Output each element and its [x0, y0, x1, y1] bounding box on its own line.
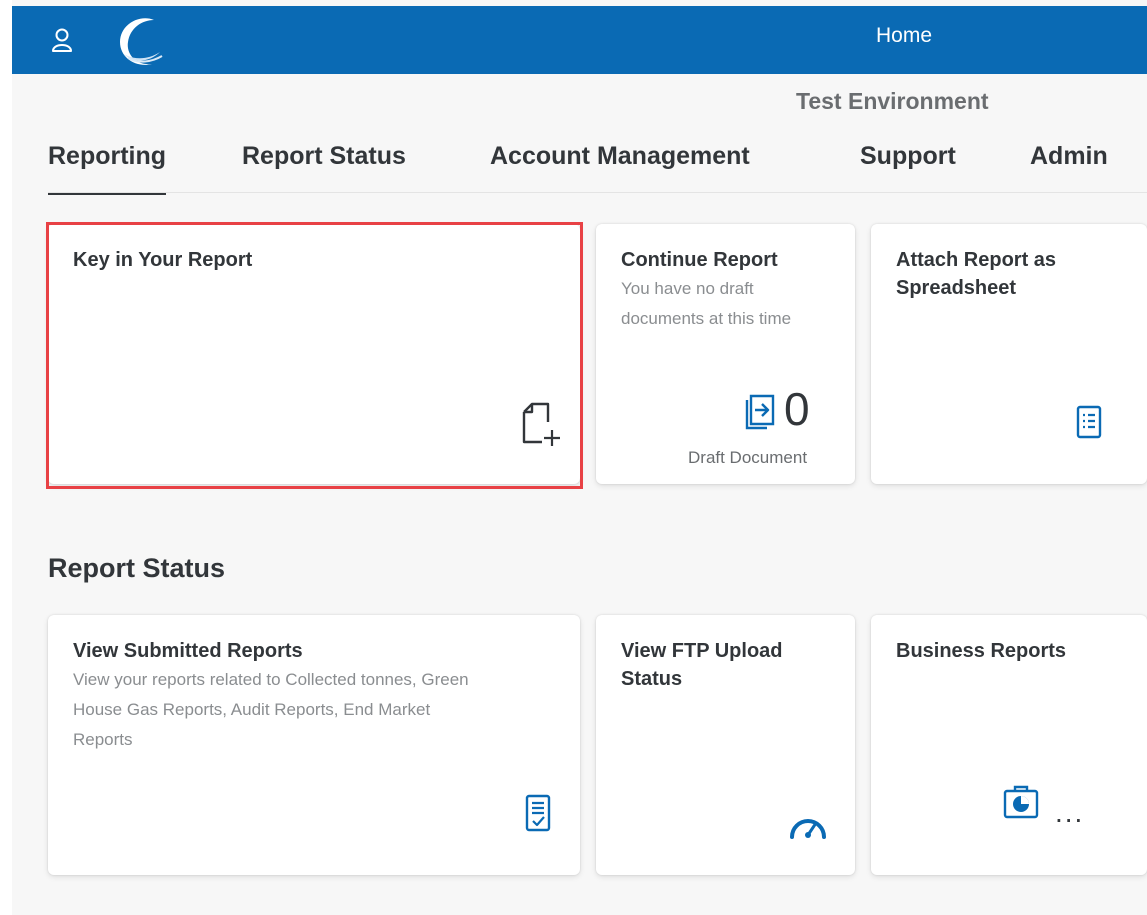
speedometer-icon: [790, 819, 826, 839]
tab-support[interactable]: Support: [860, 142, 956, 171]
view-submitted-reports-tile[interactable]: View Submitted Reports View your reports…: [48, 615, 580, 875]
attach-spreadsheet-tile[interactable]: Attach Report as Spreadsheet: [871, 224, 1147, 484]
key-in-report-tile[interactable]: Key in Your Report: [48, 224, 580, 484]
tile-title: Attach Report as Spreadsheet: [896, 249, 1057, 299]
kpi-label: Draft Document: [688, 448, 808, 467]
tile-title: Key in Your Report: [73, 249, 253, 271]
tab-report-status[interactable]: Report Status: [242, 142, 406, 171]
tile-subtitle: documents at this time: [621, 309, 792, 328]
report-status-heading: Report Status: [48, 553, 226, 583]
user-icon[interactable]: [48, 26, 76, 54]
tile-title: Continue Report: [621, 249, 778, 271]
tab-admin[interactable]: Admin: [1030, 142, 1108, 171]
ftp-upload-status-tile[interactable]: View FTP Upload Status: [596, 615, 855, 875]
tile-title: View FTP Upload Status: [621, 640, 783, 690]
open-document-icon: [745, 394, 775, 430]
checked-document-icon: [525, 794, 551, 832]
business-report-icon: [1003, 785, 1039, 819]
tile-subtitle: View your reports related to Collected t…: [73, 670, 469, 689]
more-options-icon[interactable]: ...: [1055, 797, 1084, 829]
continue-report-tile[interactable]: Continue Report You have no draft docume…: [596, 224, 855, 484]
tab-account-management[interactable]: Account Management: [490, 142, 750, 171]
kpi-value: 0: [784, 383, 810, 435]
tile-title: Business Reports: [896, 640, 1067, 662]
left-margin: [0, 0, 12, 915]
tile-subtitle: Reports: [73, 730, 133, 749]
tile-title: View Submitted Reports: [73, 640, 303, 662]
tile-subtitle: You have no draft: [621, 279, 754, 298]
tab-reporting[interactable]: Reporting: [48, 142, 167, 195]
spreadsheet-icon: [1076, 405, 1102, 439]
tile-subtitle: House Gas Reports, Audit Reports, End Ma…: [73, 700, 431, 719]
tab-bar: Reporting Report Status Account Manageme…: [48, 130, 1147, 195]
business-reports-tile[interactable]: Business Reports ...: [871, 615, 1147, 875]
environment-label: Test Environment: [796, 88, 989, 114]
shell-bar: Home: [12, 6, 1147, 74]
new-document-icon: [522, 402, 560, 446]
page-title: Home: [876, 24, 933, 47]
company-logo[interactable]: [112, 12, 170, 70]
